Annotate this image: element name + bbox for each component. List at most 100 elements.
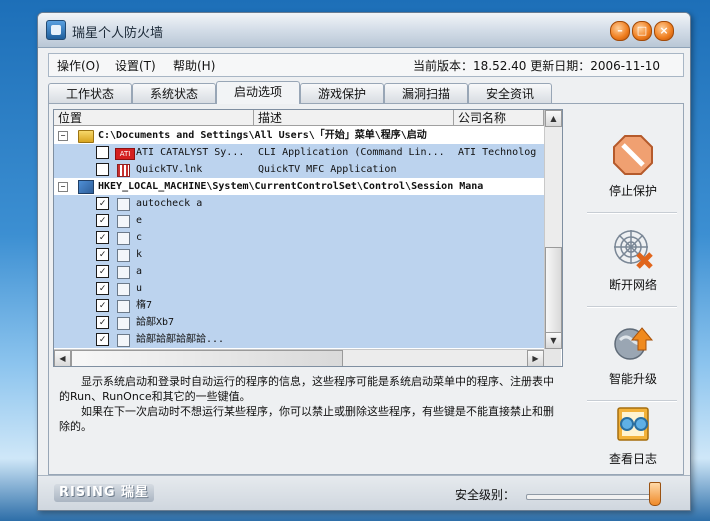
disconnect-network-icon xyxy=(614,230,653,269)
table-row[interactable]: ✓ 楕7 xyxy=(54,297,544,314)
description-text: 显示系统启动和登录时自动运行的程序的信息，这些程序可能是系统启动菜单中的程序、注… xyxy=(53,374,561,470)
side-action-panel: 停止保护 断开网络 智能升级 查看日志 xyxy=(573,104,681,472)
item-checkbox[interactable]: ✓ xyxy=(96,299,109,312)
close-button[interactable]: × xyxy=(654,21,674,41)
version-info: 当前版本：18.52.40 更新日期：2006-11-10 xyxy=(413,59,660,73)
view-log-icon xyxy=(617,407,649,441)
registry-value-icon xyxy=(117,249,130,262)
group-path: HKEY_LOCAL_MACHINE\System\CurrentControl… xyxy=(98,181,484,192)
tab-security-news[interactable]: 安全资讯 xyxy=(468,83,552,104)
collapse-toggle[interactable]: − xyxy=(58,182,68,192)
collapse-toggle[interactable]: − xyxy=(58,131,68,141)
group-row-startup-folder[interactable]: − C:\Documents and Settings\All Users\「开… xyxy=(54,127,544,144)
registry-value-icon xyxy=(117,215,130,228)
startup-options-panel: 位置 描述 公司名称 − C:\Documents and Settings\A… xyxy=(48,103,684,475)
tab-system-status[interactable]: 系统状态 xyxy=(132,83,216,104)
item-checkbox[interactable]: ✓ xyxy=(96,316,109,329)
item-checkbox[interactable]: ✓ xyxy=(96,214,109,227)
menu-settings[interactable]: 设置(T) xyxy=(115,57,156,74)
minimize-button[interactable]: – xyxy=(610,21,630,41)
scroll-down-button[interactable]: ▼ xyxy=(545,332,562,349)
item-checkbox[interactable] xyxy=(96,146,109,159)
column-header-location[interactable]: 位置 xyxy=(54,110,254,126)
column-header-company[interactable]: 公司名称 xyxy=(454,110,544,126)
window-title: 瑞星个人防火墙 xyxy=(72,26,164,41)
item-name: e xyxy=(136,215,143,226)
scrollbar-corner xyxy=(544,349,561,366)
item-name: ATI CATALYST Sy... xyxy=(136,147,245,158)
item-name: 楕7 xyxy=(136,300,153,311)
table-row[interactable]: ✓ a xyxy=(54,263,544,280)
title-bar[interactable]: 瑞星个人防火墙 – □ × xyxy=(38,13,690,48)
startup-rows: − C:\Documents and Settings\All Users\「开… xyxy=(54,127,544,349)
table-row[interactable]: ✓ 詥鄗Xb7 xyxy=(54,314,544,331)
menu-operation[interactable]: 操作(O) xyxy=(57,57,100,74)
item-checkbox[interactable]: ✓ xyxy=(96,197,109,210)
tab-startup-options[interactable]: 启动选项 xyxy=(216,81,300,104)
tab-game-protection[interactable]: 游戏保护 xyxy=(300,83,384,104)
item-name: a xyxy=(136,266,143,277)
registry-value-icon xyxy=(117,283,130,296)
item-name: 詥鄗Xb7 xyxy=(136,317,175,328)
divider xyxy=(587,212,677,214)
item-checkbox[interactable] xyxy=(96,163,109,176)
table-row[interactable]: ✓ k xyxy=(54,246,544,263)
menu-help[interactable]: 帮助(H) xyxy=(173,57,215,74)
table-row[interactable]: ✓ autocheck a xyxy=(54,195,544,212)
horizontal-scroll-thumb[interactable] xyxy=(71,350,343,366)
registry-value-icon xyxy=(117,232,130,245)
status-bar: RISING 瑞星 安全级别： xyxy=(38,475,690,510)
table-row[interactable]: ✓ e xyxy=(54,212,544,229)
column-header-description[interactable]: 描述 xyxy=(254,110,454,126)
security-level-slider-track[interactable] xyxy=(526,494,658,500)
divider xyxy=(587,306,677,308)
item-name: c xyxy=(136,232,143,243)
stop-protection-icon xyxy=(613,135,653,175)
item-checkbox[interactable]: ✓ xyxy=(96,265,109,278)
item-company: ATI Technolog xyxy=(458,147,537,158)
tab-work-status[interactable]: 工作状态 xyxy=(48,83,132,104)
table-row[interactable]: QuickTV.lnk QuickTV MFC Application xyxy=(54,161,544,178)
app-icon xyxy=(46,20,66,40)
group-path: C:\Documents and Settings\All Users\「开始」… xyxy=(98,130,427,141)
item-checkbox[interactable]: ✓ xyxy=(96,333,109,346)
disconnect-network-button[interactable]: 断开网络 xyxy=(593,220,673,300)
description-line-2: 如果在下一次启动时不想运行某些程序，你可以禁止或删除这些程序，有些键是不能直接禁… xyxy=(59,405,554,433)
table-row[interactable]: ✓ u xyxy=(54,280,544,297)
smart-upgrade-icon xyxy=(614,327,654,360)
tab-vulnerability-scan[interactable]: 漏洞扫描 xyxy=(384,83,468,104)
group-row-registry[interactable]: − HKEY_LOCAL_MACHINE\System\CurrentContr… xyxy=(54,178,544,195)
table-row[interactable]: ✓ c xyxy=(54,229,544,246)
registry-value-icon xyxy=(117,317,130,330)
item-name: k xyxy=(136,249,143,260)
scroll-left-button[interactable]: ◀ xyxy=(54,350,71,366)
table-row[interactable]: ATI ATI CATALYST Sy... CLI Application (… xyxy=(54,144,544,161)
item-checkbox[interactable]: ✓ xyxy=(96,248,109,261)
registry-value-icon xyxy=(117,266,130,279)
smart-upgrade-label: 智能升级 xyxy=(608,372,657,386)
registry-value-icon xyxy=(117,198,130,211)
stop-protection-button[interactable]: 停止保护 xyxy=(593,126,673,206)
stop-protection-label: 停止保护 xyxy=(608,184,657,198)
item-description: QuickTV MFC Application xyxy=(258,164,397,175)
horizontal-scrollbar[interactable]: ◀ ▶ xyxy=(54,349,544,366)
maximize-button[interactable]: □ xyxy=(632,21,652,41)
table-row[interactable]: ✓ 詥鄗詥鄗詥鄗詥... xyxy=(54,331,544,348)
item-checkbox[interactable]: ✓ xyxy=(96,282,109,295)
ati-icon: ATI xyxy=(115,148,135,160)
item-checkbox[interactable]: ✓ xyxy=(96,231,109,244)
folder-icon xyxy=(78,130,94,143)
description-line-1: 显示系统启动和登录时自动运行的程序的信息，这些程序可能是系统启动菜单中的程序、注… xyxy=(59,375,554,403)
disconnect-network-label: 断开网络 xyxy=(608,278,657,292)
vertical-scroll-thumb[interactable] xyxy=(545,247,562,333)
scroll-right-button[interactable]: ▶ xyxy=(527,350,544,366)
security-level-slider-thumb[interactable] xyxy=(649,482,661,506)
rising-logo: RISING 瑞星 xyxy=(54,484,154,502)
startup-list: 位置 描述 公司名称 − C:\Documents and Settings\A… xyxy=(53,109,563,367)
security-level-label: 安全级别： xyxy=(455,488,516,502)
item-name: u xyxy=(136,283,143,294)
view-log-button[interactable]: 查看日志 xyxy=(593,394,673,474)
smart-upgrade-button[interactable]: 智能升级 xyxy=(593,314,673,394)
scroll-up-button[interactable]: ▲ xyxy=(545,110,562,127)
vertical-scrollbar[interactable]: ▲ ▼ xyxy=(544,110,562,349)
